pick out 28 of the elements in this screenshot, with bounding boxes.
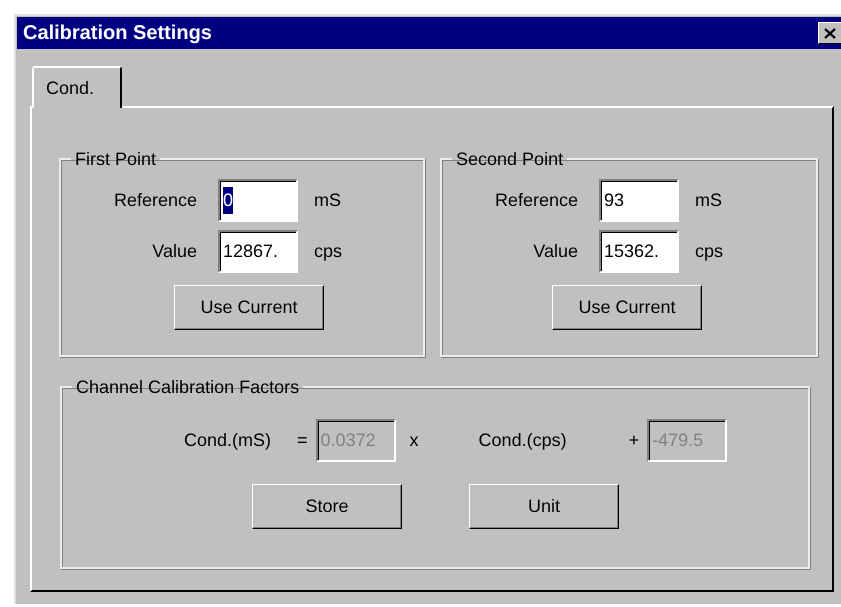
- group-title: Second Point: [455, 149, 564, 169]
- window-title: Calibration Settings: [23, 21, 212, 46]
- multiply-sign: x: [410, 429, 419, 452]
- use-current-button[interactable]: Use Current: [552, 285, 702, 330]
- field-label: Value: [151, 240, 197, 263]
- unit-button[interactable]: Unit: [469, 484, 619, 529]
- store-button[interactable]: Store: [252, 484, 402, 529]
- input-field[interactable]: 93: [599, 179, 679, 222]
- field-label: Value: [532, 240, 578, 263]
- tab[interactable]: Cond.: [32, 66, 122, 108]
- close-button[interactable]: [818, 22, 841, 44]
- unit-label: cps: [695, 240, 724, 263]
- plus-sign: +: [628, 429, 640, 452]
- group-title: First Point: [74, 149, 158, 169]
- input-field[interactable]: 0: [218, 179, 298, 222]
- equals-sign: =: [297, 429, 308, 452]
- field-label: Reference: [494, 189, 578, 212]
- unit-label: cps: [314, 240, 342, 263]
- equation-label: Cond.(cps): [478, 429, 567, 452]
- use-current-button[interactable]: Use Current: [174, 285, 324, 330]
- input-field[interactable]: 15362.: [599, 230, 679, 273]
- unit-label: mS: [314, 189, 341, 212]
- field-label: Reference: [112, 189, 197, 212]
- equation-label: Cond.(mS): [184, 429, 272, 452]
- group-title: Channel Calibration Factors: [75, 377, 300, 397]
- close-icon: [824, 28, 836, 38]
- unit-label: mS: [695, 189, 722, 212]
- input-field[interactable]: 12867.: [218, 230, 298, 273]
